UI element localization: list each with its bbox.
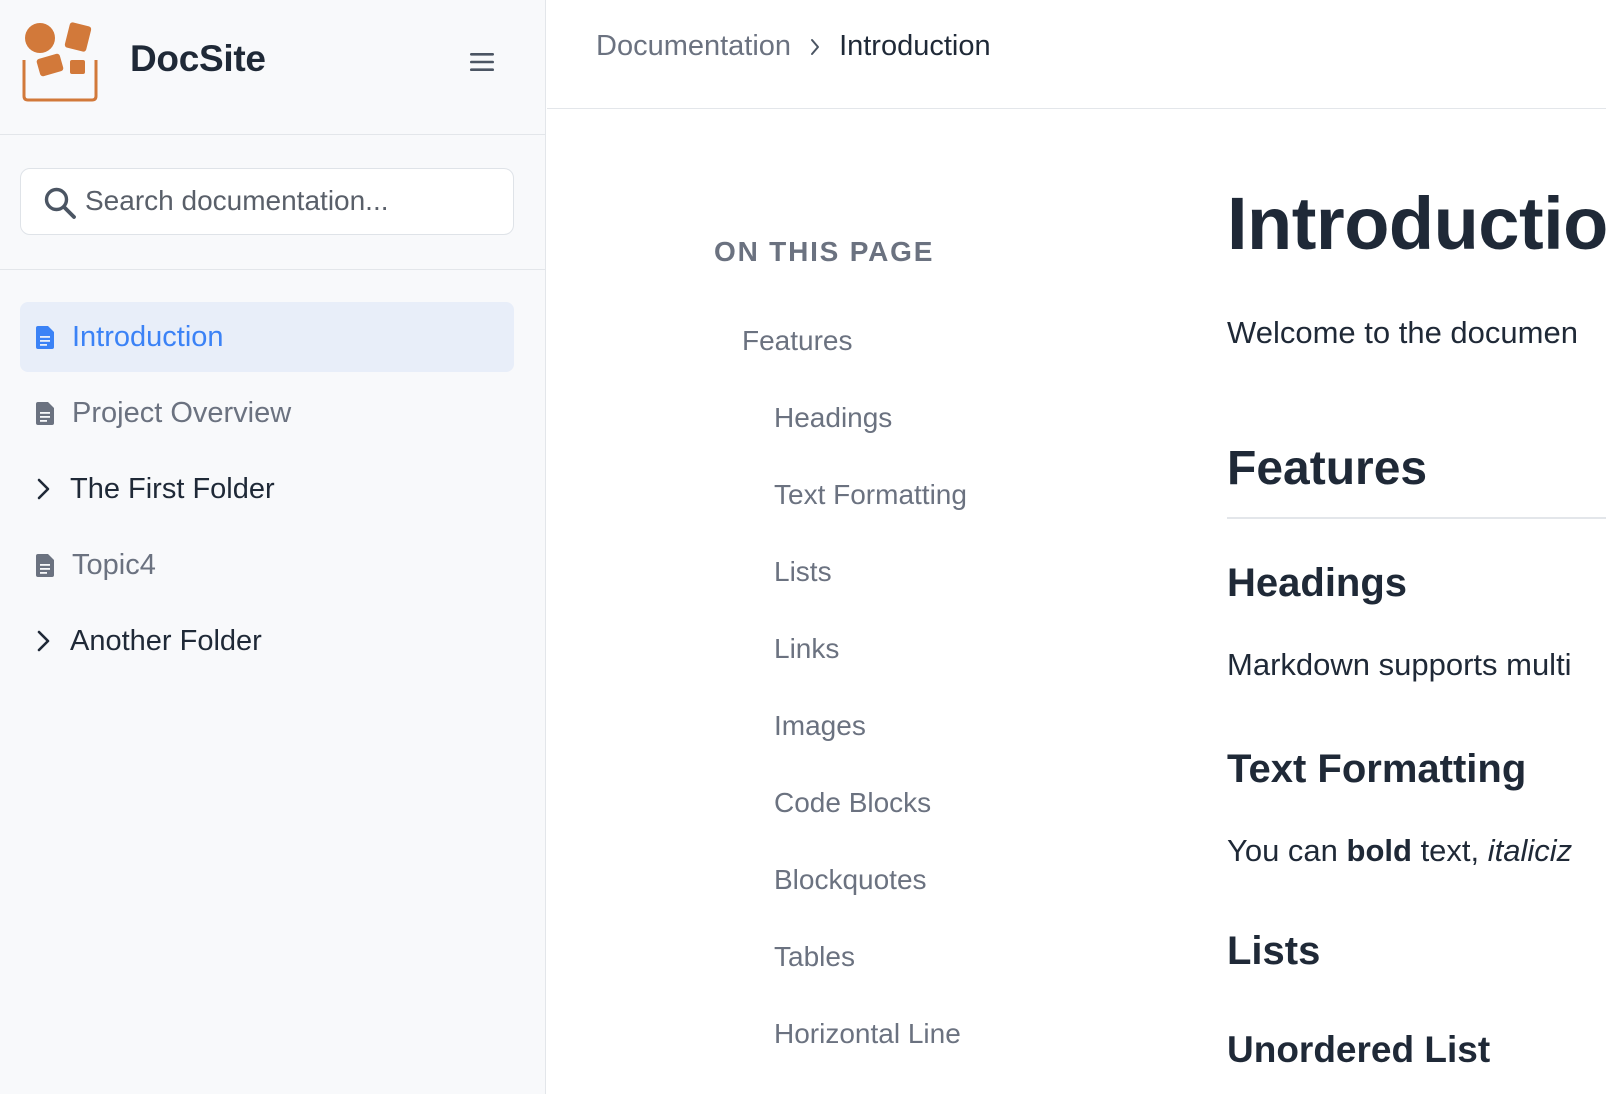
document-icon xyxy=(34,324,56,350)
sidebar-item-another-folder[interactable]: Another Folder xyxy=(20,606,514,676)
top-bar: Documentation Introduction xyxy=(547,0,1606,109)
search-input[interactable] xyxy=(85,181,495,221)
sidebar-nav: Introduction Project Overview The First … xyxy=(20,302,514,682)
brand-name: DocSite xyxy=(130,38,266,79)
hamburger-menu-button[interactable] xyxy=(462,44,502,80)
search-box[interactable] xyxy=(20,168,514,235)
italic-text: italiciz xyxy=(1487,833,1573,868)
section-heading-unordered-list: Unordered List xyxy=(1227,1029,1491,1070)
heading-divider xyxy=(1227,517,1606,519)
text-formatting-paragraph: You can bold text, italiciz xyxy=(1227,833,1572,869)
toc-item-text-formatting[interactable]: Text Formatting xyxy=(714,470,1154,547)
toc-item-tables[interactable]: Tables xyxy=(714,932,1154,1009)
sidebar: DocSite Search documentation... Introduc… xyxy=(0,0,546,1094)
document-icon xyxy=(34,400,56,426)
logo xyxy=(20,20,100,102)
article-content: Introductio Welcome to the documen Featu… xyxy=(1227,109,1606,1094)
toc-item-headings[interactable]: Headings xyxy=(714,393,1154,470)
search-section xyxy=(0,136,545,270)
sidebar-item-label: The First Folder xyxy=(70,472,275,505)
toc-item-code-blocks[interactable]: Code Blocks xyxy=(714,778,1154,855)
toc-item-lists[interactable]: Lists xyxy=(714,547,1154,624)
toc-item-images[interactable]: Images xyxy=(714,701,1154,778)
search-icon xyxy=(44,187,76,219)
text-formatting-middle: text, xyxy=(1411,833,1488,868)
sidebar-item-label: Another Folder xyxy=(70,624,262,657)
toc-item-links[interactable]: Links xyxy=(714,624,1154,701)
section-heading-text-formatting: Text Formatting xyxy=(1227,747,1527,791)
toc-item-blockquotes[interactable]: Blockquotes xyxy=(714,855,1154,932)
sidebar-item-project-overview[interactable]: Project Overview xyxy=(20,378,514,448)
breadcrumb-current: Introduction xyxy=(839,30,991,62)
sidebar-item-topic4[interactable]: Topic4 xyxy=(20,530,514,600)
hamburger-icon xyxy=(470,53,494,71)
table-of-contents: ON THIS PAGE Features Headings Text Form… xyxy=(714,236,1154,1086)
breadcrumb-documentation-link[interactable]: Documentation xyxy=(596,30,791,63)
toc-item-features[interactable]: Features xyxy=(714,316,1154,393)
sidebar-item-introduction[interactable]: Introduction xyxy=(20,302,514,372)
toc-item-horizontal-line[interactable]: Horizontal Line xyxy=(714,1009,1154,1086)
document-icon xyxy=(34,552,56,578)
sidebar-item-label: Topic4 xyxy=(72,548,156,581)
bold-text: bold xyxy=(1346,833,1412,868)
section-heading-lists: Lists xyxy=(1227,929,1321,973)
intro-paragraph: Welcome to the documen xyxy=(1227,315,1578,350)
page-title: Introductio xyxy=(1227,182,1606,265)
section-heading-headings: Headings xyxy=(1227,561,1408,605)
toc-title: ON THIS PAGE xyxy=(714,236,935,267)
breadcrumb: Documentation Introduction xyxy=(596,30,991,63)
section-heading-features: Features xyxy=(1227,442,1428,495)
chevron-right-icon[interactable] xyxy=(32,476,54,502)
text-formatting-prefix: You can xyxy=(1227,833,1347,868)
headings-paragraph: Markdown supports multi xyxy=(1227,647,1572,682)
sidebar-item-the-first-folder[interactable]: The First Folder xyxy=(20,454,514,524)
sidebar-header: DocSite xyxy=(0,0,545,135)
chevron-right-icon xyxy=(809,37,821,57)
sidebar-item-label: Introduction xyxy=(72,320,224,353)
chevron-right-icon[interactable] xyxy=(32,628,54,654)
sidebar-item-label: Project Overview xyxy=(72,396,292,429)
